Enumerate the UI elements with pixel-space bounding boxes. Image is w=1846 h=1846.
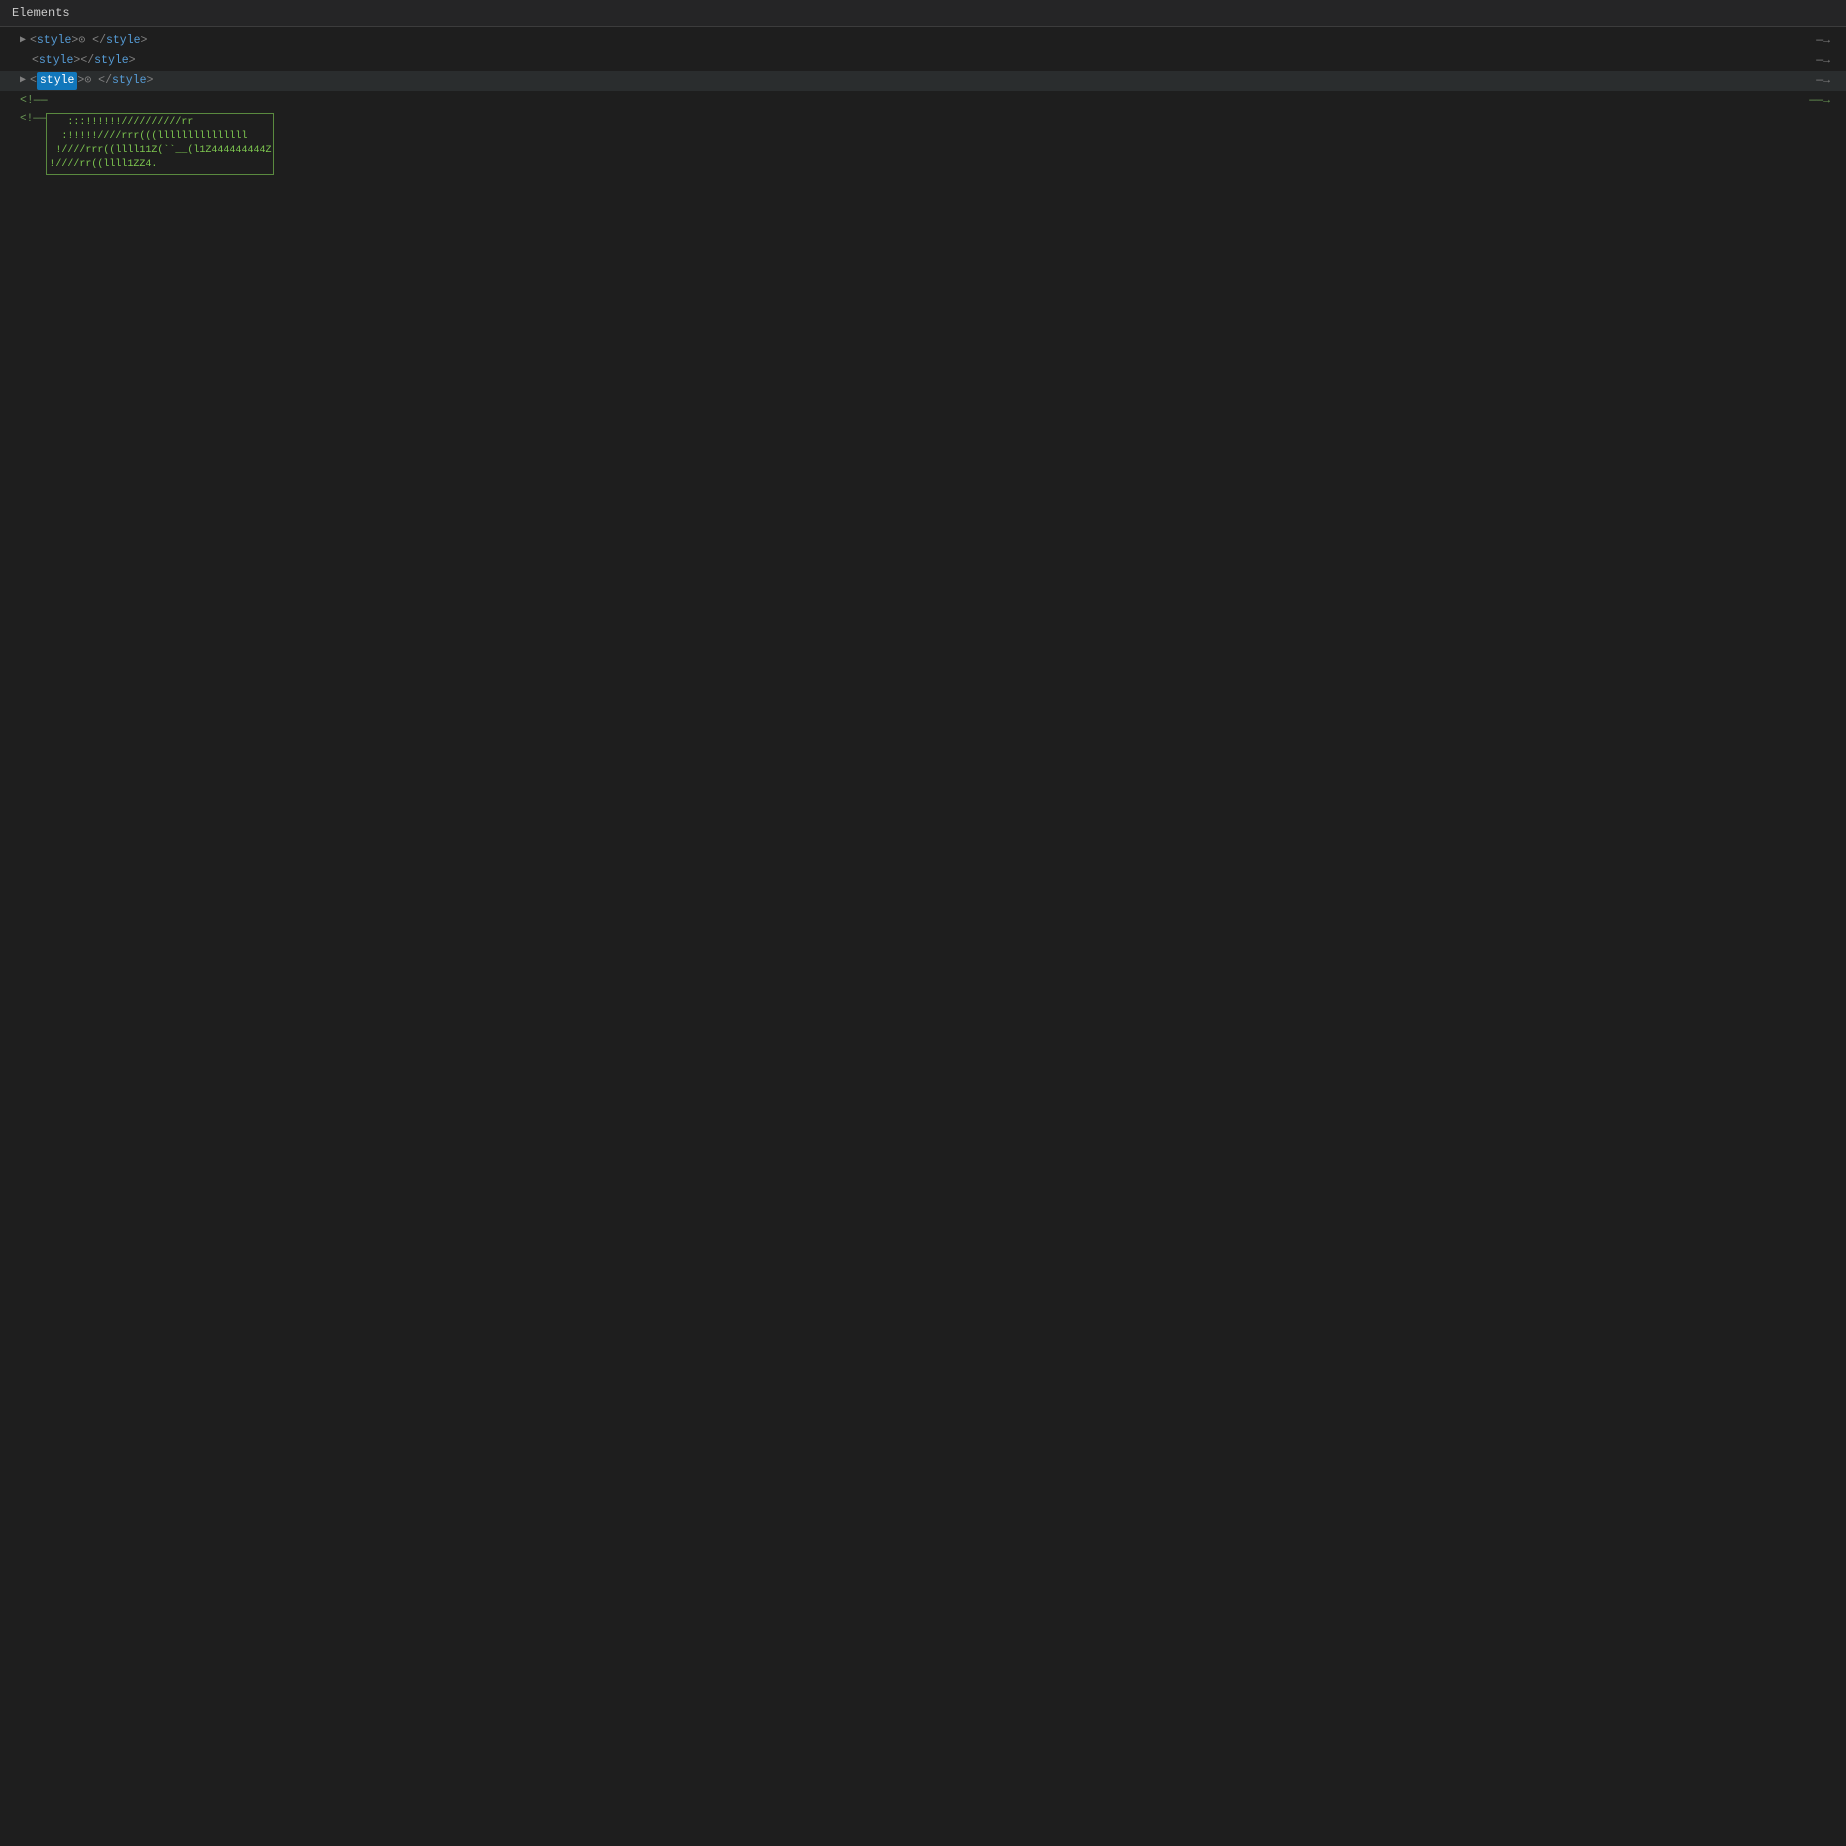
panel-title: Elements	[0, 0, 1846, 27]
ascii-box-left: :::!!!!!!//////////rr :!!!!!////rrr(((ll…	[46, 113, 274, 175]
elements-panel: ▶<style>⊙ </style> —→ <style></style> —→…	[0, 27, 1846, 181]
style-tag-3[interactable]: ▶<style>⊙ </style> —→	[0, 71, 1846, 91]
style-tag-2[interactable]: <style></style> —→	[0, 51, 1846, 71]
ascii-art-section: <!—— :::!!!!!!//////////rr :!!!!!////rrr…	[0, 111, 1846, 177]
style-tag-1[interactable]: ▶<style>⊙ </style> —→	[0, 31, 1846, 51]
comment-open-1: <!—— ——→	[0, 91, 1846, 111]
